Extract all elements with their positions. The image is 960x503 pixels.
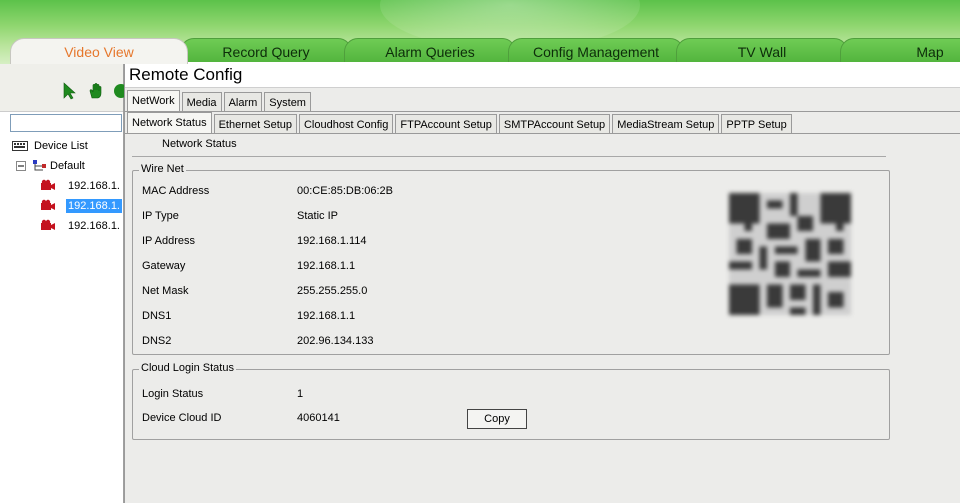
- tab-alarm-queries[interactable]: Alarm Queries: [344, 38, 516, 64]
- device-list-icon: [12, 141, 28, 151]
- net-mask-value: 255.255.255.0: [297, 285, 368, 297]
- net-mask-label: Net Mask: [142, 285, 189, 297]
- tab-map[interactable]: Map: [840, 38, 960, 64]
- network-subtab-bar: Network Status Ethernet Setup Cloudhost …: [127, 112, 794, 134]
- tab-video-view[interactable]: Video View: [10, 38, 188, 64]
- mac-address-value: 00:CE:85:DB:06:2B: [297, 185, 394, 197]
- tab-config-management[interactable]: Config Management: [508, 38, 684, 64]
- subtab-mediastream-setup[interactable]: MediaStream Setup: [612, 114, 720, 134]
- subtab-divider: [125, 133, 960, 134]
- qr-code-image: [729, 193, 851, 315]
- cloud-login-group: Cloud Login Status Login Status 1 Device…: [132, 362, 890, 440]
- tab-label: TV Wall: [737, 44, 787, 60]
- subtab-ethernet-setup[interactable]: Ethernet Setup: [213, 114, 297, 134]
- tree-root[interactable]: Device List: [0, 136, 124, 156]
- device-cloud-id-label: Device Cloud ID: [142, 412, 222, 424]
- mac-address-label: MAC Address: [142, 185, 210, 197]
- tab-divider: [125, 111, 960, 112]
- collapse-icon[interactable]: [16, 161, 26, 171]
- device-tree: Device List Default 192.168.1. 192.168.1…: [0, 136, 124, 236]
- remote-config-dialog: Remote Config NetWork Media Alarm System…: [124, 62, 960, 503]
- tab-label: Config Management: [532, 44, 660, 60]
- subtab-cloudhost-config[interactable]: Cloudhost Config: [298, 114, 394, 134]
- ip-address-label: IP Address: [142, 235, 195, 247]
- subtab-pptp-setup[interactable]: PPTP Setup: [721, 114, 792, 134]
- section-caption: Network Status: [162, 138, 237, 150]
- tab-media[interactable]: Media: [181, 92, 222, 112]
- device-label: 192.168.1.: [68, 220, 120, 232]
- wire-net-legend: Wire Net: [139, 163, 186, 175]
- device-pane: Device List Default 192.168.1. 192.168.1…: [0, 64, 128, 503]
- tree-device-2[interactable]: 192.168.1.: [0, 196, 124, 216]
- gateway-label: Gateway: [142, 260, 186, 272]
- subtab-ftp-account-setup[interactable]: FTPAccount Setup: [395, 114, 497, 134]
- tab-label: Record Query: [222, 44, 310, 60]
- device-search-input[interactable]: [10, 114, 122, 132]
- tab-network[interactable]: NetWork: [127, 90, 180, 112]
- camera-icon: [41, 219, 55, 230]
- dialog-title: Remote Config: [125, 62, 960, 88]
- login-status-value: 1: [297, 388, 304, 400]
- tree-device-3[interactable]: 192.168.1.: [0, 216, 124, 236]
- ip-type-value: Static IP: [297, 210, 338, 222]
- tab-tv-wall[interactable]: TV Wall: [676, 38, 848, 64]
- login-status-label: Login Status: [142, 388, 204, 400]
- section-divider: [132, 156, 886, 157]
- ip-address-value: 192.168.1.114: [297, 235, 367, 247]
- device-label: 192.168.1.: [68, 180, 120, 192]
- group-icon: [33, 160, 46, 171]
- tree-device-1[interactable]: 192.168.1.: [0, 176, 124, 196]
- camera-icon: [41, 179, 55, 190]
- hand-icon[interactable]: [87, 82, 105, 100]
- tab-label: Video View: [64, 44, 134, 60]
- subtab-network-status[interactable]: Network Status: [127, 112, 212, 134]
- gateway-value: 192.168.1.1: [297, 260, 356, 272]
- dns1-value: 192.168.1.1: [297, 310, 356, 322]
- app-header: Video View Record Query Alarm Queries Co…: [0, 0, 960, 64]
- tab-record-query[interactable]: Record Query: [180, 38, 352, 64]
- tab-label: Alarm Queries: [385, 44, 475, 60]
- tab-alarm[interactable]: Alarm: [223, 92, 263, 112]
- tree-root-label: Device List: [34, 140, 88, 152]
- dns1-label: DNS1: [142, 310, 172, 322]
- tab-system[interactable]: System: [264, 92, 311, 112]
- dns2-label: DNS2: [142, 335, 172, 347]
- subtab-smtp-account-setup[interactable]: SMTPAccount Setup: [498, 114, 611, 134]
- ip-type-label: IP Type: [142, 210, 179, 222]
- view-toolbar: [0, 64, 128, 112]
- main-tab-bar: Video View Record Query Alarm Queries Co…: [10, 38, 960, 64]
- cloud-login-legend: Cloud Login Status: [139, 362, 236, 374]
- camera-icon: [41, 199, 55, 210]
- select-arrow-icon[interactable]: [60, 82, 78, 100]
- tree-group-default[interactable]: Default: [0, 156, 124, 176]
- tab-label: Map: [916, 44, 944, 60]
- config-tab-bar: NetWork Media Alarm System: [127, 90, 313, 112]
- device-label-selected: 192.168.1.: [66, 199, 122, 213]
- dns2-value: 202.96.134.133: [297, 335, 374, 347]
- tree-group-label: Default: [50, 160, 85, 172]
- copy-button[interactable]: Copy: [467, 409, 527, 429]
